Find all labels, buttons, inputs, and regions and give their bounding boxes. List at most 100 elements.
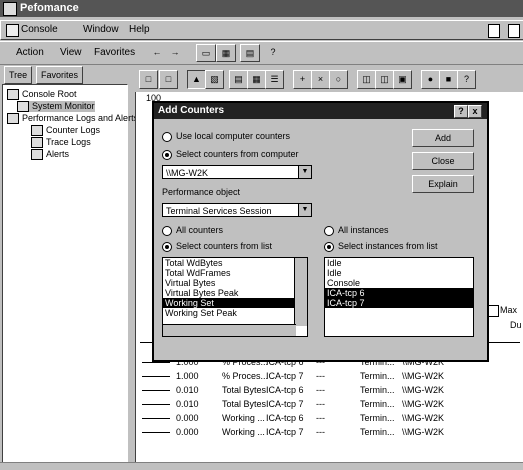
instance-list-item[interactable]: ICA-tcp 6 [325, 288, 473, 298]
chevron-down-icon[interactable]: ▼ [298, 166, 311, 178]
counter-object: Termin... [360, 385, 395, 395]
counter-list-item[interactable]: Virtual Bytes Peak [163, 288, 307, 298]
tree-item-trace-logs[interactable]: Trace Logs [31, 137, 91, 149]
counter-list-item[interactable]: Total WdBytes [163, 258, 307, 268]
up-folder-icon[interactable]: ▭ [196, 44, 216, 62]
menu-view[interactable]: View [60, 47, 82, 58]
counter-row[interactable]: 1.000 % Proces... ICA-tcp 7 --- Termin... \\M… [140, 370, 480, 384]
tree-pane: Console Root System Monitor Performance … [2, 84, 138, 464]
view-graph-icon[interactable]: ▤ [229, 70, 248, 89]
help-icon[interactable]: ? [264, 44, 282, 60]
counter-row[interactable]: 0.000 Working ... ICA-tcp 6 --- Termin... \\M… [140, 412, 480, 426]
instance-list-item[interactable]: Idle [325, 268, 473, 278]
clear-display-icon[interactable]: □ [159, 70, 178, 89]
title-bar: Pefomance [0, 0, 523, 17]
new-window-icon[interactable] [488, 24, 500, 38]
counter-object: Termin... [360, 413, 395, 423]
counter-row[interactable]: 0.010 Total Bytes ICA-tcp 6 --- Termin... \\M… [140, 384, 480, 398]
radio-selected-icon [162, 149, 172, 160]
menu-console[interactable]: Console [21, 24, 58, 35]
dialog-help-button[interactable]: ? [454, 105, 468, 118]
counter-log-icon [31, 125, 43, 137]
counter-row[interactable]: 0.000 Working ... ICA-tcp 7 --- Termin... \\M… [140, 426, 480, 440]
explain-button[interactable]: Explain [412, 175, 474, 193]
tree-item-counter-logs[interactable]: Counter Logs [31, 125, 100, 137]
menu-favorites[interactable]: Favorites [94, 47, 135, 58]
update-icon[interactable]: ■ [439, 70, 458, 89]
tree-item-console-root[interactable]: Console Root [7, 89, 77, 101]
view-current-icon[interactable]: ▲ [187, 70, 206, 89]
perf-object-combo[interactable]: Terminal Services Session ▼ [162, 203, 312, 217]
counters-vscroll[interactable] [294, 258, 307, 326]
tab-favorites[interactable]: Favorites [36, 66, 84, 84]
back-icon[interactable]: ← [148, 44, 166, 60]
forward-icon[interactable]: → [166, 44, 184, 60]
counter-name: Working ... [222, 427, 265, 437]
counter-object: Termin... [360, 371, 395, 381]
radio-instances-list[interactable]: Select instances from list [324, 241, 438, 252]
menu-action[interactable]: Action [16, 47, 44, 58]
add-button[interactable]: Add [412, 129, 474, 147]
trace-log-icon [31, 137, 43, 149]
menu-help[interactable]: Help [129, 24, 150, 35]
counters-hscroll[interactable] [163, 324, 296, 336]
counter-list-item[interactable]: Working Set Peak [163, 308, 307, 318]
counter-computer: \\MG-W2K [402, 413, 444, 423]
tree-item-perf-logs[interactable]: Performance Logs and Alerts [7, 113, 138, 125]
performance-window: Pefomance Console Window Help Action Vie… [0, 0, 523, 470]
copy-icon[interactable]: ◫ [357, 70, 376, 89]
max-label: Max [500, 305, 518, 315]
duration-label: Du [510, 320, 522, 330]
counter-value: 0.010 [176, 399, 199, 409]
chevron-down-icon[interactable]: ▼ [298, 204, 311, 216]
counter-value: 0.000 [176, 427, 199, 437]
counter-parent: --- [316, 427, 325, 437]
menu-window[interactable]: Window [83, 24, 119, 35]
app-icon [3, 2, 17, 16]
new-counter-set-icon[interactable]: □ [139, 70, 158, 89]
radio-counters-list[interactable]: Select counters from list [162, 241, 272, 252]
freeze-icon[interactable]: ● [421, 70, 440, 89]
counter-object: Termin... [360, 399, 395, 409]
series-line-icon [142, 362, 170, 363]
computer-combo[interactable]: \\MG-W2K ▼ [162, 165, 312, 179]
add-counters-dialog: Add Counters ? x Use local computer coun… [152, 101, 489, 362]
monitor-help-icon[interactable]: ? [457, 70, 476, 89]
view-report-icon[interactable]: ☰ [265, 70, 284, 89]
instance-list-item[interactable]: ICA-tcp 7 [325, 298, 473, 308]
tree-item-alerts[interactable]: Alerts [31, 149, 69, 161]
highlight-icon[interactable]: ○ [329, 70, 348, 89]
delete-icon[interactable]: × [311, 70, 330, 89]
tab-tree[interactable]: Tree [4, 66, 33, 84]
instances-listbox[interactable]: Idle Idle Console ICA-tcp 6 ICA-tcp 7 [324, 257, 474, 337]
view-log-icon[interactable]: ▧ [205, 70, 224, 89]
radio-select-computer[interactable]: Select counters from computer [162, 149, 299, 160]
close-button[interactable]: Close [412, 152, 474, 170]
view-histogram-icon[interactable]: ▦ [247, 70, 266, 89]
counter-parent: --- [316, 371, 325, 381]
radio-local-counters[interactable]: Use local computer counters [162, 131, 290, 142]
instance-list-item[interactable]: Console [325, 278, 473, 288]
add-icon[interactable]: + [293, 70, 312, 89]
counter-list-item[interactable]: Total WdFrames [163, 268, 307, 278]
series-line-icon [142, 376, 170, 377]
counters-listbox[interactable]: Total WdBytes Total WdFrames Virtual Bytes… [162, 257, 308, 337]
properties-icon[interactable]: ▣ [393, 70, 412, 89]
alert-icon [31, 149, 43, 161]
export-icon[interactable]: ▤ [240, 44, 260, 62]
counter-instance: ICA-tcp 7 [266, 427, 304, 437]
dialog-close-button[interactable]: x [468, 105, 482, 118]
instance-list-item[interactable]: Idle [325, 258, 473, 268]
radio-all-instances[interactable]: All instances [324, 225, 389, 236]
paste-icon[interactable]: ◫ [375, 70, 394, 89]
counter-list-item[interactable]: Working Set [163, 298, 307, 308]
counter-row[interactable]: 0.010 Total Bytes ICA-tcp 7 --- Termin... \\M… [140, 398, 480, 412]
counter-object: Termin... [360, 427, 395, 437]
radio-all-counters[interactable]: All counters [162, 225, 223, 236]
show-tree-icon[interactable]: ▦ [216, 44, 236, 62]
radio-circle-icon [324, 225, 334, 236]
counter-list-item[interactable]: Virtual Bytes [163, 278, 307, 288]
tree-item-system-monitor[interactable]: System Monitor [17, 101, 95, 113]
maximize-icon[interactable] [508, 24, 520, 38]
console-icon [6, 24, 19, 37]
